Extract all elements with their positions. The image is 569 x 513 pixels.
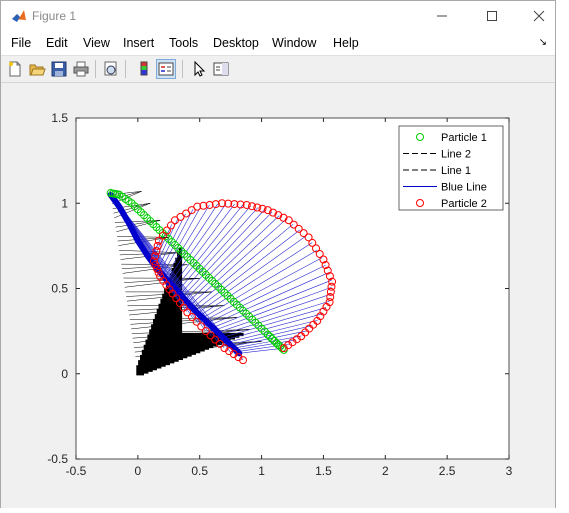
colorbar-icon[interactable]	[135, 60, 153, 78]
y-tick-label: 0.5	[51, 282, 68, 296]
menu-edit[interactable]: Edit	[46, 36, 68, 50]
pointer-icon[interactable]	[190, 60, 208, 78]
open-file-icon[interactable]	[28, 60, 46, 78]
legend-blue-line-label: Blue Line	[441, 182, 487, 194]
y-tick-label: 1.5	[51, 111, 68, 125]
matlab-icon	[11, 8, 27, 24]
x-tick-label: 2.5	[439, 464, 456, 478]
y-tick-label: -0.5	[47, 452, 68, 466]
x-tick-label: 0.5	[191, 464, 208, 478]
figure-window: Figure 1 File Edit View Insert Tools Des…	[0, 0, 556, 508]
print-icon[interactable]	[72, 60, 90, 78]
toolbar-separator	[95, 60, 96, 78]
figure-canvas: -0.5 0 0.5 1 1.5 2 2.5 3 -0.5 0 0.5 1 1.5 Particle 1 L…	[1, 83, 555, 508]
toolbar-separator	[182, 60, 183, 78]
y-tick-label: 0	[61, 367, 68, 381]
menu-insert[interactable]: Insert	[123, 36, 154, 50]
menu-desktop[interactable]: Desktop	[213, 36, 259, 50]
print-preview-icon[interactable]	[102, 60, 120, 78]
x-tick-label: 2	[382, 464, 389, 478]
y-tick-label: 1	[61, 196, 68, 210]
minimize-icon	[436, 10, 448, 22]
x-tick-label: 3	[506, 464, 513, 478]
legend-line-2-label: Line 2	[441, 149, 471, 161]
background-window-edge	[556, 0, 569, 510]
menu-window[interactable]: Window	[272, 36, 316, 50]
menu-view[interactable]: View	[83, 36, 110, 50]
legend-particle-1-label: Particle 1	[441, 132, 487, 144]
x-tick-label: 0	[135, 464, 142, 478]
menu-help[interactable]: Help	[333, 36, 359, 50]
window-title: Figure 1	[32, 9, 76, 23]
x-tick-label: -0.5	[66, 464, 87, 478]
maximize-icon	[486, 10, 498, 22]
maximize-button[interactable]	[469, 1, 515, 31]
save-icon[interactable]	[50, 60, 68, 78]
minimize-button[interactable]	[419, 1, 465, 31]
menu-file[interactable]: File	[11, 36, 31, 50]
legend-particle-2-label: Particle 2	[441, 198, 487, 210]
legend-line-1-label: Line 1	[441, 165, 471, 177]
property-editor-icon[interactable]	[212, 60, 230, 78]
close-icon	[533, 10, 545, 22]
x-tick-label: 1.5	[315, 464, 332, 478]
title-bar: Figure 1	[1, 1, 555, 31]
figure-toolbar	[1, 56, 555, 83]
x-tick-label: 1	[258, 464, 265, 478]
menu-bar: File Edit View Insert Tools Desktop Wind…	[1, 31, 555, 56]
toolbar-separator	[125, 60, 126, 78]
dock-arrow-icon[interactable]: ↘	[539, 37, 547, 48]
plot-svg: -0.5 0 0.5 1 1.5 2 2.5 3 -0.5 0 0.5 1 1.5 Particle 1 L…	[1, 83, 555, 508]
menu-tools[interactable]: Tools	[169, 36, 198, 50]
legend-icon[interactable]	[157, 60, 175, 78]
new-figure-icon[interactable]	[6, 60, 24, 78]
